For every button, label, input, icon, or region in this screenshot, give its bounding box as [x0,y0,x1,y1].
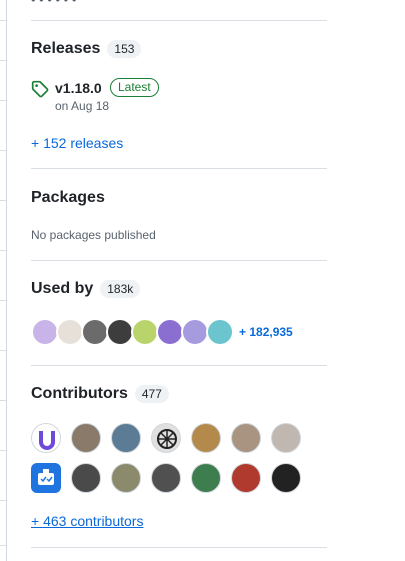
divider [31,547,327,548]
grayscale-photo-avatar[interactable] [81,318,109,346]
used-by-title[interactable]: Used by [31,280,93,298]
bot-avatar[interactable] [31,463,61,493]
teal-identicon-avatar[interactable] [206,318,234,346]
green-shirt-avatar[interactable] [191,463,221,493]
bearded-man-avatar[interactable] [71,423,101,453]
man-dark-avatar[interactable] [71,463,101,493]
tag-icon [31,80,49,98]
no-packages-text: No packages published [31,228,156,242]
releases-heading[interactable]: Releases 153 [31,40,142,58]
contributors-heading[interactable]: Contributors 477 [31,385,169,403]
man-portrait-avatar[interactable] [271,423,301,453]
divider [31,260,327,261]
more-contributors-link[interactable]: + 463 contributors [31,513,143,529]
person-avatar[interactable] [56,318,84,346]
divider [31,20,327,21]
used-by-heading[interactable]: Used by 183k [31,280,141,298]
release-name[interactable]: v1.18.0 [55,80,102,96]
latest-badge: Latest [110,78,159,97]
dark-photo-avatar[interactable] [106,318,134,346]
left-column-row-markers [0,0,6,561]
left-column-border [6,0,7,561]
purple-pixel-avatar[interactable] [31,318,59,346]
monkey-avatar[interactable] [191,423,221,453]
smiling-man-avatar[interactable] [231,423,261,453]
green-identicon-avatar[interactable] [131,318,159,346]
latest-release[interactable]: v1.18.0 Latest on Aug 18 [31,78,327,119]
divider [31,365,327,366]
divider [31,168,327,169]
red-art-avatar[interactable] [231,463,261,493]
landscape-avatar[interactable] [111,423,141,453]
bw-portrait-avatar[interactable] [151,463,181,493]
clipped-about-text: • • • • • • [31,0,76,7]
glasses-man-avatar[interactable] [271,463,301,493]
more-releases-link[interactable]: + 152 releases [31,135,123,151]
releases-title[interactable]: Releases [31,40,100,58]
mono-pattern-avatar[interactable] [151,423,181,453]
violet-identicon-avatar[interactable] [181,318,209,346]
release-date: on Aug 18 [55,99,110,113]
contributors-count-badge: 477 [134,385,169,403]
packages-title[interactable]: Packages [31,189,105,207]
used-by-more-link[interactable]: + 182,935 [239,325,293,339]
contributors-title[interactable]: Contributors [31,385,128,403]
purple-logo-avatar[interactable] [31,423,61,453]
releases-count-badge: 153 [107,40,142,58]
outdoor-avatar[interactable] [111,463,141,493]
purple-identicon-avatar[interactable] [156,318,184,346]
used-by-count-badge: 183k [100,280,141,298]
packages-heading[interactable]: Packages [31,189,105,207]
